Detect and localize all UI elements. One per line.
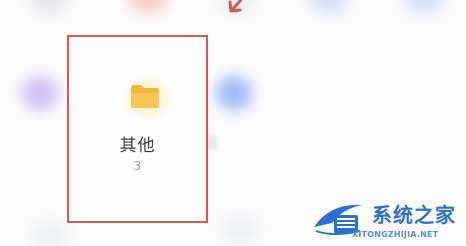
blurred-app-icon: [404, 0, 444, 14]
folder-tile-other[interactable]: 其他 3: [67, 35, 208, 223]
blurred-app-icon: [30, 0, 68, 14]
blurred-app-icon[interactable]: [22, 76, 58, 110]
blurred-app-icon: [220, 214, 260, 244]
blurred-app-icon[interactable]: [216, 76, 252, 110]
app-canvas: 云 其他 3 系统之家 XITONGZHIJIA.NET: [0, 0, 466, 246]
blurred-app-icon: [310, 0, 348, 14]
folder-icon: [131, 85, 159, 108]
blurred-app-icon: [30, 220, 70, 246]
watermark-title: 系统之家: [372, 203, 456, 227]
watermark-url: XITONGZHIJIA.NET: [352, 230, 439, 239]
blurred-app-icon: [128, 0, 168, 12]
watermark: 系统之家 XITONGZHIJIA.NET: [312, 197, 462, 243]
folder-item-count: 3: [133, 159, 142, 173]
folder-title: 其他: [119, 136, 156, 156]
pointer-arrow-icon: [228, 0, 243, 13]
